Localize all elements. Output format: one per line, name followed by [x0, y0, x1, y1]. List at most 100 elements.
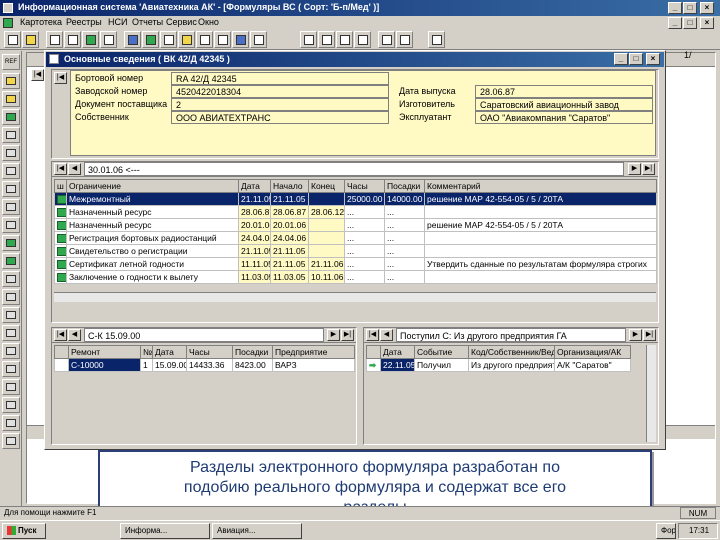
toolbar-table2-button[interactable] [318, 31, 335, 48]
side-button-18[interactable] [2, 361, 20, 377]
field-factory-number[interactable]: 4520422018304 [171, 85, 389, 98]
side-button-17[interactable] [2, 343, 20, 359]
menu-icon[interactable] [3, 18, 13, 28]
maximize-button[interactable]: □ [683, 2, 697, 14]
toolbar-tools-button[interactable] [214, 31, 231, 48]
side-button-2[interactable] [2, 73, 20, 89]
toolbar-grid-button[interactable] [64, 31, 81, 48]
menu-item-reports[interactable]: Отчеты [132, 17, 163, 27]
repairs-nav-next-button[interactable]: ▶ [327, 329, 340, 341]
taskbar-task-2[interactable]: Авиация... [212, 523, 302, 539]
field-board-number[interactable]: RA 42/Д 42345 [171, 72, 389, 85]
table-row[interactable]: С-10000 1 15.09.00 14433.36 8423.00 ВАРЗ [54, 358, 355, 372]
taskbar-task-1[interactable]: Информа... [120, 523, 210, 539]
dialog-maximize-button[interactable]: □ [629, 53, 643, 65]
toolbar-users-button[interactable] [100, 31, 117, 48]
table-row[interactable]: Назначенный ресурс 20.01.06 20.01.06 ...… [54, 218, 657, 232]
repairs-header-num[interactable]: № [140, 345, 153, 359]
repairs-header-org[interactable]: Предприятие [272, 345, 355, 359]
table-row[interactable]: Регистрация бортовых радиостанций 24.04.… [54, 231, 657, 245]
side-button-13[interactable] [2, 271, 20, 287]
repairs-nav-first-button[interactable]: |◀ [54, 329, 67, 341]
dialog-minimize-button[interactable]: _ [614, 53, 628, 65]
arrival-header-code[interactable]: Код/Собственник/Ведомство [468, 345, 555, 359]
menu-item-cards[interactable]: Картотека [20, 17, 62, 27]
side-button-15[interactable] [2, 307, 20, 323]
limits-header-comment[interactable]: Комментарий [424, 179, 657, 193]
repairs-header-kind[interactable]: Ремонт [68, 345, 141, 359]
toolbar-flag-button[interactable] [142, 31, 159, 48]
side-button-22[interactable] [2, 433, 20, 449]
side-button-20[interactable] [2, 397, 20, 413]
menu-item-service[interactable]: Сервис [166, 17, 197, 27]
field-operator[interactable]: ОАО "Авиакомпания "Саратов" [475, 111, 653, 124]
toolbar-open-button[interactable] [22, 31, 39, 48]
table-row[interactable]: ➡ 22.11.05 Получил Из другого предприяти… [366, 358, 631, 372]
toolbar-copy-button[interactable] [196, 31, 213, 48]
side-button-4[interactable] [2, 109, 20, 125]
arrival-header-event[interactable]: Событие [414, 345, 469, 359]
arrival-vertical-scrollbar[interactable] [646, 345, 656, 442]
limits-nav-prev-button[interactable]: ◀ [68, 163, 81, 175]
repairs-header-landings[interactable]: Посадки [232, 345, 273, 359]
mdi-minimize-button[interactable]: _ [668, 17, 682, 29]
toolbar-list-button[interactable] [46, 31, 63, 48]
side-button-16[interactable] [2, 325, 20, 341]
mdi-restore-button[interactable]: □ [683, 17, 697, 29]
limits-header-landings[interactable]: Посадки [384, 179, 425, 193]
toolbar-tree-button[interactable] [82, 31, 99, 48]
limits-nav-first-button[interactable]: |◀ [54, 163, 67, 175]
arrival-nav-last-button[interactable]: ▶| [643, 329, 656, 341]
dialog-close-button[interactable]: × [646, 53, 660, 65]
menu-item-nsi[interactable]: НСИ [108, 17, 127, 27]
side-button-12[interactable] [2, 253, 20, 269]
arrival-header-date[interactable]: Дата [380, 345, 415, 359]
toolbar-doc-button[interactable] [250, 31, 267, 48]
mdi-close-button[interactable]: × [700, 17, 714, 29]
field-manufacturer[interactable]: Саратовский авиационный завод [475, 98, 653, 111]
side-button-10[interactable] [2, 217, 20, 233]
toolbar-table1-button[interactable] [300, 31, 317, 48]
toolbar-key-button[interactable] [178, 31, 195, 48]
side-button-21[interactable] [2, 415, 20, 431]
toolbar-new-button[interactable] [4, 31, 21, 48]
arrival-header-org[interactable]: Организация/АК [554, 345, 631, 359]
side-button-5[interactable] [2, 127, 20, 143]
repairs-header-date[interactable]: Дата [152, 345, 187, 359]
toolbar-print-button[interactable] [428, 31, 445, 48]
field-release-date[interactable]: 28.06.87 [475, 85, 653, 98]
repairs-nav-filter[interactable]: С-К 15.09.00 [84, 328, 324, 342]
taskbar-task-3[interactable]: Формуля... [656, 523, 676, 539]
field-supplier-doc[interactable]: 2 [171, 98, 389, 111]
side-button-9[interactable] [2, 199, 20, 215]
limits-horizontal-scrollbar[interactable] [54, 292, 656, 302]
side-ref-button[interactable]: REF [2, 54, 20, 70]
table-row[interactable]: Свидетельство о регистрации 21.11.05 21.… [54, 244, 657, 258]
table-row[interactable]: Сертификат летной годности 11.11.05 21.1… [54, 257, 657, 271]
toolbar-chart-button[interactable] [124, 31, 141, 48]
toolbar-table6-button[interactable] [396, 31, 413, 48]
arrival-nav-filter[interactable]: Поступил С: Из другого предприятия ГА [396, 328, 626, 342]
info-nav-first-button[interactable]: |◀ [54, 72, 67, 84]
close-button[interactable]: × [700, 2, 714, 14]
toolbar-box-button[interactable] [160, 31, 177, 48]
limits-header-end[interactable]: Конец [308, 179, 345, 193]
side-button-7[interactable] [2, 163, 20, 179]
arrival-nav-next-button[interactable]: ▶ [629, 329, 642, 341]
toolbar-table5-button[interactable] [378, 31, 395, 48]
side-button-11[interactable] [2, 235, 20, 251]
side-button-3[interactable] [2, 91, 20, 107]
limits-header-name[interactable]: Ограничение [66, 179, 239, 193]
limits-nav-filter[interactable]: 30.01.06 <--- [84, 162, 624, 176]
limits-header-date[interactable]: Дата [238, 179, 271, 193]
limits-nav-last-button[interactable]: ▶| [642, 163, 655, 175]
menu-item-registers[interactable]: Реестры [66, 17, 102, 27]
toolbar-table3-button[interactable] [336, 31, 353, 48]
arrival-nav-prev-button[interactable]: ◀ [380, 329, 393, 341]
arrival-nav-first-button[interactable]: |◀ [366, 329, 379, 341]
side-button-19[interactable] [2, 379, 20, 395]
menu-item-window[interactable]: Окно [198, 17, 219, 27]
table-row[interactable]: Заключение о годности к вылету 11.03.05 … [54, 270, 657, 284]
side-button-8[interactable] [2, 181, 20, 197]
limits-nav-next-button[interactable]: ▶ [628, 163, 641, 175]
